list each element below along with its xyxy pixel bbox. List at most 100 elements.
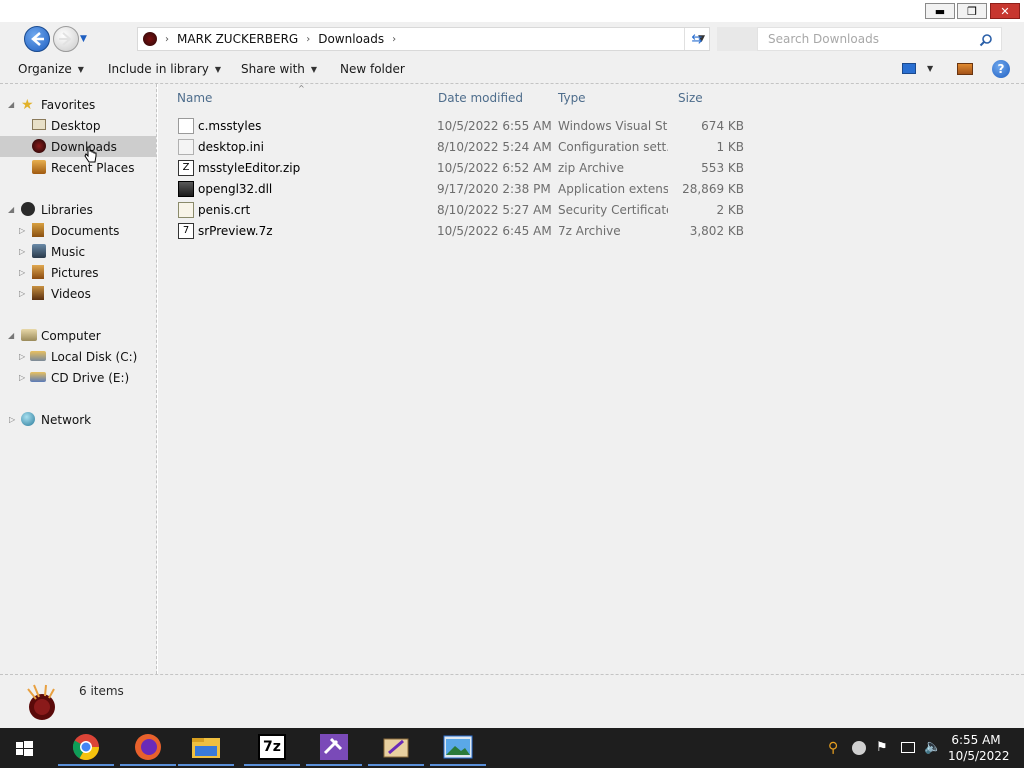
new-folder-button[interactable]: New folder xyxy=(340,62,405,76)
breadcrumb-chevron-icon[interactable]: › xyxy=(306,34,310,45)
file-date: 8/10/2022 5:24 AM xyxy=(437,140,552,154)
nav-desktop[interactable]: Desktop xyxy=(0,115,156,136)
nav-libraries[interactable]: ◢ Libraries xyxy=(0,199,156,220)
nav-music[interactable]: ▷ Music xyxy=(0,241,156,262)
file-size: 2 KB xyxy=(716,203,744,217)
taskbar-msstyle-editor[interactable] xyxy=(368,730,424,766)
taskbar-chrome[interactable] xyxy=(58,730,114,766)
refresh-button[interactable]: ⇆ xyxy=(684,28,709,50)
libraries-icon xyxy=(21,202,35,216)
nav-local-disk-label: Local Disk (C:) xyxy=(51,349,138,364)
nav-recent-places[interactable]: Recent Places xyxy=(0,157,156,178)
nav-pictures-label: Pictures xyxy=(51,265,99,280)
view-options-chevron-icon[interactable]: ▼ xyxy=(927,64,933,73)
file-date: 10/5/2022 6:45 AM xyxy=(437,224,552,238)
expand-arrow-icon[interactable]: ▷ xyxy=(9,415,15,424)
file-row[interactable]: 7 srPreview.7z 10/5/2022 6:45 AM 7z Arch… xyxy=(158,221,1024,242)
column-header-name[interactable]: Name xyxy=(177,91,212,105)
preview-pane-icon[interactable] xyxy=(957,63,973,75)
search-icon[interactable] xyxy=(979,33,993,47)
collapse-arrow-icon[interactable]: ◢ xyxy=(8,100,14,109)
taskbar-visual-studio[interactable] xyxy=(306,730,362,766)
notification-icon[interactable] xyxy=(852,741,866,755)
user-folder-icon xyxy=(143,32,157,46)
expand-arrow-icon[interactable]: ▷ xyxy=(19,289,25,298)
minimize-icon: ▬ xyxy=(934,4,946,18)
settings-file-icon xyxy=(178,139,194,155)
collapse-arrow-icon[interactable]: ◢ xyxy=(8,205,14,214)
help-icon[interactable]: ? xyxy=(992,60,1010,78)
search-gap xyxy=(717,27,757,51)
details-pane: 6 items xyxy=(0,674,1024,728)
file-date: 8/10/2022 5:27 AM xyxy=(437,203,552,217)
organize-button[interactable]: Organize ▼ xyxy=(18,62,84,76)
file-row[interactable]: penis.crt 8/10/2022 5:27 AM Security Cer… xyxy=(158,200,1024,221)
taskbar-file-explorer[interactable] xyxy=(178,730,234,766)
back-arrow-icon xyxy=(31,32,44,46)
close-button[interactable]: ✕ xyxy=(990,3,1020,19)
breadcrumb-chevron-icon[interactable]: › xyxy=(165,34,169,45)
nav-documents-label: Documents xyxy=(51,223,120,238)
refresh-icon: ⇆ xyxy=(691,31,703,47)
desktop-icon xyxy=(32,119,46,130)
nav-network[interactable]: ▷ Network xyxy=(0,409,156,430)
restore-button[interactable]: ❐ xyxy=(957,3,987,19)
breadcrumb-chevron-icon[interactable]: › xyxy=(392,34,396,45)
nav-pictures[interactable]: ▷ Pictures xyxy=(0,262,156,283)
visual-studio-icon xyxy=(320,734,348,760)
nav-cd-drive[interactable]: ▷ CD Drive (E:) xyxy=(0,367,156,388)
breadcrumb-downloads[interactable]: Downloads xyxy=(318,32,384,46)
search-tray-icon[interactable]: ⚲ xyxy=(828,740,838,756)
nav-computer[interactable]: ◢ Computer xyxy=(0,325,156,346)
recent-pages-chevron-icon[interactable]: ▼ xyxy=(80,34,87,44)
music-icon xyxy=(32,244,46,258)
address-bar[interactable]: › MARK ZUCKERBERG › Downloads › ▼ xyxy=(137,27,710,51)
nav-favorites[interactable]: ◢ ★ Favorites xyxy=(0,94,156,115)
expand-arrow-icon[interactable]: ▷ xyxy=(19,226,25,235)
file-row[interactable]: opengl32.dll 9/17/2020 2:38 PM Applicati… xyxy=(158,179,1024,200)
taskbar-7zip[interactable]: 7z xyxy=(244,730,300,766)
column-header-date[interactable]: Date modified xyxy=(438,91,523,105)
start-button[interactable] xyxy=(10,734,38,762)
nav-documents[interactable]: ▷ Documents xyxy=(0,220,156,241)
search-placeholder: Search Downloads xyxy=(768,32,879,46)
search-input[interactable]: Search Downloads xyxy=(757,27,1002,51)
collapse-arrow-icon[interactable]: ◢ xyxy=(8,331,14,340)
address-row: ▼ › MARK ZUCKERBERG › Downloads › ▼ ⇆ Se… xyxy=(0,22,1024,56)
nav-favorites-label: Favorites xyxy=(41,97,96,112)
forward-arrow-icon xyxy=(59,32,72,46)
back-button[interactable] xyxy=(24,26,50,52)
change-view-icon[interactable] xyxy=(902,63,916,74)
expand-arrow-icon[interactable]: ▷ xyxy=(19,352,25,361)
computer-icon xyxy=(21,329,37,341)
local-disk-icon xyxy=(30,351,46,361)
share-with-button[interactable]: Share with ▼ xyxy=(241,62,317,76)
network-tray-icon[interactable] xyxy=(901,742,915,753)
taskbar-firefox[interactable] xyxy=(120,730,176,766)
msstyle-editor-icon xyxy=(383,738,409,758)
action-center-flag-icon[interactable]: ⚑ xyxy=(876,740,888,755)
file-row[interactable]: desktop.ini 8/10/2022 5:24 AM Configurat… xyxy=(158,137,1024,158)
firefox-icon xyxy=(135,734,161,760)
expand-arrow-icon[interactable]: ▷ xyxy=(19,247,25,256)
nav-videos[interactable]: ▷ Videos xyxy=(0,283,156,304)
file-row[interactable]: c.msstyles 10/5/2022 6:55 AM Windows Vis… xyxy=(158,116,1024,137)
forward-button[interactable] xyxy=(53,26,79,52)
volume-icon[interactable]: 🔈 xyxy=(924,739,941,755)
sort-ascending-icon: ^ xyxy=(298,84,305,93)
nav-music-label: Music xyxy=(51,244,86,259)
command-bar: Organize ▼ Include in library ▼ Share with… xyxy=(0,56,1024,84)
nav-local-disk[interactable]: ▷ Local Disk (C:) xyxy=(0,346,156,367)
minimize-button[interactable]: ▬ xyxy=(925,3,955,19)
column-header-size[interactable]: Size xyxy=(678,91,703,105)
breadcrumb-user[interactable]: MARK ZUCKERBERG xyxy=(177,32,298,46)
nav-downloads[interactable]: Downloads xyxy=(0,136,156,157)
expand-arrow-icon[interactable]: ▷ xyxy=(19,373,25,382)
expand-arrow-icon[interactable]: ▷ xyxy=(19,268,25,277)
dll-file-icon xyxy=(178,181,194,197)
file-row[interactable]: Z msstyleEditor.zip 10/5/2022 6:52 AM zi… xyxy=(158,158,1024,179)
include-in-library-button[interactable]: Include in library ▼ xyxy=(108,62,221,76)
column-header-type[interactable]: Type xyxy=(558,91,586,105)
clock[interactable]: 6:55 AM 10/5/2022 xyxy=(948,732,1010,764)
taskbar-photos[interactable] xyxy=(430,730,486,766)
